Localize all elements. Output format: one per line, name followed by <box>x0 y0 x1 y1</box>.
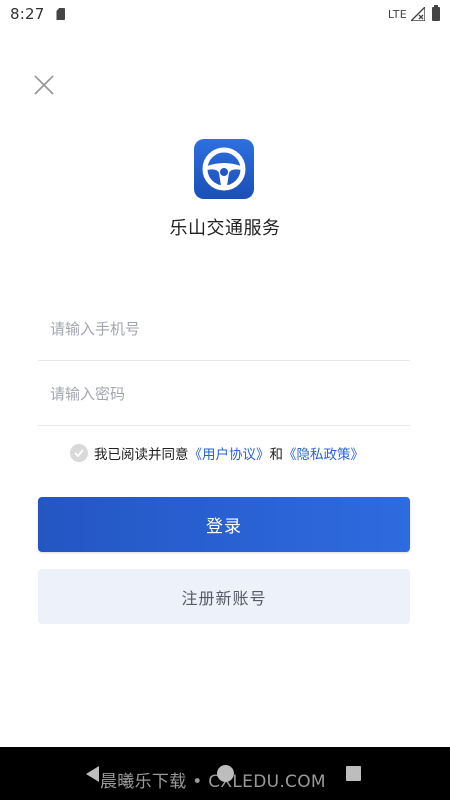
agreement-row: 我已阅读并同意 《用户协议》 和 《隐私政策》 <box>70 443 364 463</box>
agreement-and: 和 <box>269 447 284 463</box>
home-icon[interactable] <box>217 765 234 782</box>
user-agreement-link[interactable]: 《用户协议》 <box>189 443 270 463</box>
app-logo <box>194 139 254 199</box>
phone-field <box>38 297 410 361</box>
network-type: LTE <box>387 7 407 21</box>
watermark: 晨曦乐下载 • CXLEDU.COM <box>100 767 326 792</box>
status-left: 8:27 <box>10 5 66 23</box>
app-name: 乐山交通服务 <box>169 218 281 239</box>
battery-icon <box>432 5 440 21</box>
agreement-checkbox[interactable] <box>70 444 88 462</box>
signal-icon <box>411 7 425 21</box>
back-icon[interactable] <box>86 766 99 782</box>
close-button[interactable] <box>32 73 56 97</box>
privacy-policy-link[interactable]: 《隐私政策》 <box>283 443 364 463</box>
password-field <box>38 362 410 426</box>
register-button[interactable]: 注册新账号 <box>38 569 410 624</box>
steering-wheel-icon <box>202 147 246 191</box>
close-icon <box>34 75 54 95</box>
navigation-bar: 晨曦乐下载 • CXLEDU.COM <box>0 747 450 800</box>
status-time: 8:27 <box>10 5 45 23</box>
status-bar: 8:27 LTE <box>0 0 450 28</box>
sim-card-icon <box>56 8 66 20</box>
phone-input[interactable] <box>38 297 410 360</box>
recent-apps-icon[interactable] <box>346 766 361 781</box>
password-input[interactable] <box>38 362 410 425</box>
watermark-dot: • <box>192 772 203 792</box>
login-button[interactable]: 登录 <box>38 497 410 552</box>
watermark-left: 晨曦乐下载 <box>100 772 187 792</box>
status-right: LTE <box>387 5 440 21</box>
checkmark-icon <box>74 449 84 458</box>
agreement-text: 我已阅读并同意 <box>94 447 189 463</box>
